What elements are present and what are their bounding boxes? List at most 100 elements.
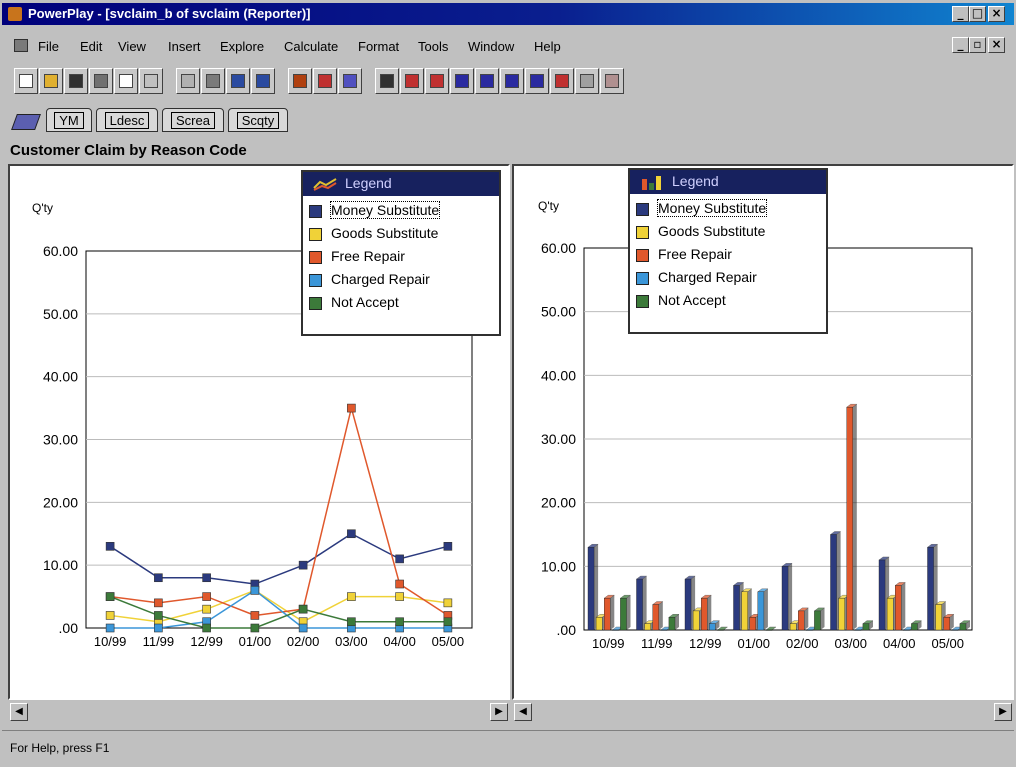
legend-line-chart[interactable]: Legend Money Substitute Goods Substitute F… (301, 170, 501, 336)
bar (644, 623, 651, 631)
bar (943, 617, 951, 631)
minimize-button[interactable]: _ (952, 6, 969, 22)
report-title: Customer Claim by Reason Code (10, 142, 247, 159)
properties-button[interactable] (251, 68, 275, 94)
horizontal-scrollbar-right[interactable]: ◀ ▶ (512, 702, 1014, 722)
tab-scqty[interactable]: Scqty (228, 108, 288, 132)
legend-bar-chart[interactable]: Legend Money Substitute Goods Substitute F… (628, 168, 828, 334)
y-tick-label: 10.00 (541, 558, 576, 574)
scatter-button[interactable] (575, 68, 599, 94)
bar (749, 617, 756, 631)
legend-label: Goods Substitute (658, 223, 766, 239)
tab-screa[interactable]: Screa (162, 108, 224, 132)
filter-button[interactable] (313, 68, 337, 94)
legend-label: Free Repair (331, 248, 405, 264)
menu-file[interactable]: File (38, 39, 59, 54)
horizontal-scrollbar-left[interactable]: ◀ ▶ (8, 702, 510, 722)
bar (903, 629, 910, 631)
new-button[interactable] (14, 68, 38, 94)
tab-ldesc[interactable]: Ldesc (96, 108, 158, 132)
x-tick-label: 05/00 (931, 636, 964, 651)
undo-button[interactable] (139, 68, 163, 94)
open-button[interactable] (39, 68, 63, 94)
stacked-bar-button[interactable] (500, 68, 524, 94)
menu-format[interactable]: Format (358, 39, 399, 54)
correlation-button[interactable] (600, 68, 624, 94)
menu-view[interactable]: View (118, 39, 146, 54)
maximize-button[interactable]: □ (969, 6, 986, 22)
scroll-left-icon[interactable]: ◀ (10, 703, 28, 721)
tab-ym[interactable]: YM (46, 108, 92, 132)
bar (595, 617, 603, 631)
3d-bar-button[interactable] (425, 68, 449, 94)
legend-label: Not Accept (331, 294, 399, 310)
multiline-icon (555, 74, 569, 88)
bar (927, 547, 934, 631)
bar (878, 559, 886, 631)
add-button[interactable] (226, 68, 250, 94)
drill-down-button[interactable] (176, 68, 200, 94)
data-point (347, 617, 356, 627)
bar-side (658, 601, 663, 630)
scroll-right-icon[interactable]: ▶ (490, 703, 508, 721)
bar (854, 629, 862, 631)
clustered-bar-button[interactable] (475, 68, 499, 94)
doc-restore-button[interactable]: ▫ (969, 37, 986, 53)
menu-edit[interactable]: Edit (80, 39, 102, 54)
title-bar[interactable]: PowerPlay - [svclaim_b of svclaim (Repor… (2, 3, 1014, 25)
menu-tools[interactable]: Tools (418, 39, 448, 54)
y-axis-label: Q'ty (32, 201, 53, 215)
line-chart-icon (313, 178, 337, 191)
legend-header[interactable]: Legend (630, 170, 826, 194)
legend-swatch (636, 203, 649, 216)
simple-bar-icon (455, 74, 469, 88)
crosstab-button[interactable] (375, 68, 399, 94)
cube-icon[interactable] (11, 114, 41, 130)
menu-help[interactable]: Help (534, 39, 561, 54)
x-tick-label: 02/00 (287, 634, 320, 649)
menu-explore[interactable]: Explore (220, 39, 264, 54)
legend-header[interactable]: Legend (303, 172, 499, 196)
menu-calculate[interactable]: Calculate (284, 39, 338, 54)
toolbar (2, 64, 1014, 100)
drill-up-button[interactable] (201, 68, 225, 94)
pie-chart-button[interactable] (400, 68, 424, 94)
legend-label: Money Substitute (329, 201, 441, 219)
sort-button[interactable] (288, 68, 312, 94)
scatter-icon (580, 74, 594, 88)
bar (798, 610, 805, 631)
menu-insert[interactable]: Insert (168, 39, 201, 54)
data-point (298, 604, 308, 614)
menu-window[interactable]: Window (468, 39, 514, 54)
bar-side (804, 607, 809, 630)
x-tick-label: 04/00 (383, 634, 416, 649)
status-bar: For Help, press F1 (2, 730, 1014, 765)
doc-minimize-button[interactable]: _ (952, 37, 969, 53)
y-tick-label: 40.00 (541, 367, 576, 383)
scroll-right-icon[interactable]: ▶ (994, 703, 1012, 721)
print-preview-button[interactable] (114, 68, 138, 94)
bar-side (763, 588, 768, 630)
swap-button[interactable] (338, 68, 362, 94)
legend-swatch (309, 228, 322, 241)
save-icon (69, 74, 83, 88)
bar (660, 629, 668, 631)
print-button[interactable] (89, 68, 113, 94)
document-icon[interactable] (14, 39, 28, 52)
bar (895, 585, 902, 631)
bar (911, 623, 918, 631)
data-point (395, 554, 404, 564)
simple-bar-button[interactable] (450, 68, 474, 94)
scroll-left-icon[interactable]: ◀ (514, 703, 532, 721)
bar (951, 629, 959, 631)
doc-close-button[interactable]: × (988, 37, 1005, 53)
data-point (154, 623, 163, 633)
save-button[interactable] (64, 68, 88, 94)
multiline-button[interactable] (550, 68, 574, 94)
bar (935, 604, 942, 631)
data-point (395, 617, 404, 627)
line-chart-button[interactable] (525, 68, 549, 94)
close-button[interactable]: × (988, 6, 1005, 22)
line-chart-icon (530, 74, 544, 88)
drill-down-icon (181, 74, 195, 88)
